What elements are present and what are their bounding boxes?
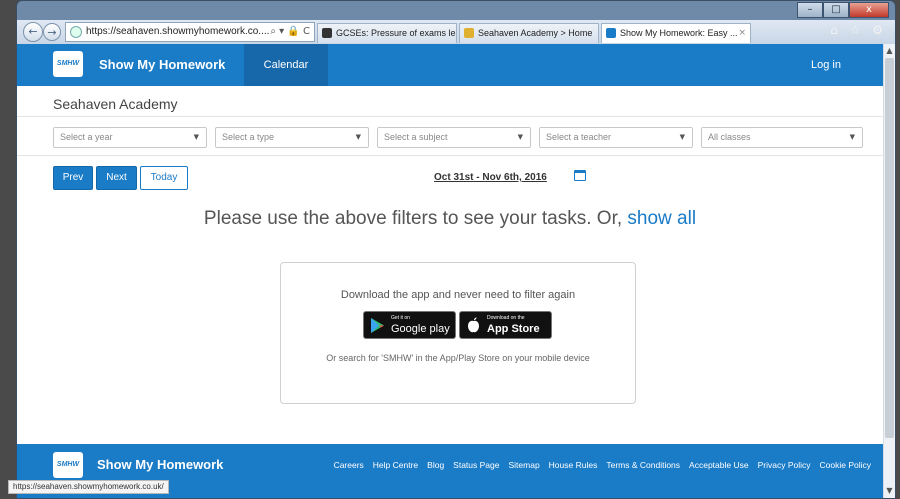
next-button[interactable]: Next (96, 166, 137, 190)
address-tools[interactable]: ⌕ ▾ 🔒 C (270, 23, 310, 41)
footer-link-help[interactable]: Help Centre (373, 460, 418, 470)
nav-calendar[interactable]: Calendar (244, 44, 328, 86)
footer-link-cookie[interactable]: Cookie Policy (820, 460, 872, 470)
app-download-box: Download the app and never need to filte… (280, 262, 636, 404)
prev-button[interactable]: Prev (53, 166, 93, 190)
times-icon (322, 28, 332, 38)
scroll-up-icon[interactable]: ▲ (884, 46, 895, 58)
calendar-icon[interactable] (574, 170, 586, 181)
app-store-button[interactable]: Download on the App Store (459, 311, 552, 339)
teacher-select[interactable]: Select a teacher ▼ (539, 127, 693, 148)
chevron-down-icon: ▼ (849, 133, 855, 141)
forward-button[interactable]: → (43, 23, 61, 41)
google-play-label: Google play (391, 323, 450, 335)
chevron-down-icon: ▼ (193, 133, 199, 141)
show-all-link[interactable]: show all (627, 208, 696, 229)
status-bar-url: https://seahaven.showmyhomework.co.uk/ (8, 480, 169, 494)
year-select[interactable]: Select a year ▼ (53, 127, 207, 148)
footer-link-sitemap[interactable]: Sitemap (508, 460, 539, 470)
today-button[interactable]: Today (140, 166, 188, 190)
app-store-label: App Store (487, 323, 540, 335)
site-icon (70, 26, 82, 38)
tab-gcses[interactable]: GCSEs: Pressure of exams leave... (317, 23, 457, 43)
app-search-note: Or search for 'SMHW' in the App/Play Sto… (326, 353, 590, 363)
brand-name[interactable]: Show My Homework (99, 44, 225, 86)
smhw-logo[interactable]: SMHW (53, 51, 83, 77)
year-select-label: Select a year (60, 132, 113, 142)
tab-label: Show My Homework: Easy ... (620, 28, 738, 38)
browser-tool-icons[interactable]: ⌂ ☆ ⚙ (830, 23, 887, 37)
apple-icon (468, 317, 479, 333)
footer-logo[interactable]: SMHW (53, 452, 83, 478)
scroll-thumb[interactable] (885, 58, 894, 438)
vertical-scrollbar[interactable]: ▲ ▼ (883, 44, 895, 498)
class-select-label: All classes (708, 132, 751, 142)
chevron-down-icon: ▼ (355, 133, 361, 141)
site-header: SMHW Show My Homework Calendar Log in (17, 44, 883, 86)
login-link[interactable]: Log in (811, 44, 841, 86)
footer-link-status[interactable]: Status Page (453, 460, 499, 470)
window-controls: – □ x (797, 2, 889, 18)
tab-smhw[interactable]: Show My Homework: Easy ... × (601, 23, 751, 43)
footer-link-blog[interactable]: Blog (427, 460, 444, 470)
chevron-down-icon: ▼ (517, 133, 523, 141)
school-icon (464, 28, 474, 38)
footer-link-house-rules[interactable]: House Rules (549, 460, 598, 470)
back-button[interactable]: ← (23, 22, 43, 42)
footer-link-careers[interactable]: Careers (334, 460, 364, 470)
date-range[interactable]: Oct 31st - Nov 6th, 2016 (434, 172, 547, 183)
google-play-button[interactable]: Get it on Google play (363, 311, 456, 339)
app-store-small: Download on the (487, 315, 525, 321)
browser-window: – □ x ← → https://seahaven.showmyhomewor… (16, 0, 896, 499)
school-name: Seahaven Academy (53, 96, 178, 112)
footer-brand[interactable]: Show My Homework (97, 457, 223, 472)
footer-link-acceptable-use[interactable]: Acceptable Use (689, 460, 749, 470)
minimize-button[interactable]: – (797, 2, 823, 18)
subject-select[interactable]: Select a subject ▼ (377, 127, 531, 148)
teacher-select-label: Select a teacher (546, 132, 612, 142)
tab-label: Seahaven Academy > Home (478, 28, 593, 38)
maximize-button[interactable]: □ (823, 2, 849, 18)
app-box-title: Download the app and never need to filte… (340, 289, 576, 301)
google-play-icon (371, 318, 384, 333)
browser-toolbar: ← → https://seahaven.showmyhomework.co..… (17, 20, 895, 44)
class-select[interactable]: All classes ▼ (701, 127, 863, 148)
smhw-icon (606, 28, 616, 38)
footer-link-privacy[interactable]: Privacy Policy (758, 460, 811, 470)
footer-link-terms[interactable]: Terms & Conditions (606, 460, 680, 470)
type-select-label: Select a type (222, 132, 275, 142)
filter-row: Select a year ▼ Select a type ▼ Select a… (17, 116, 883, 156)
footer-links: Careers Help Centre Blog Status Page Sit… (334, 460, 871, 470)
tab-seahaven[interactable]: Seahaven Academy > Home (459, 23, 599, 43)
close-tab-icon[interactable]: × (738, 24, 746, 42)
address-url: https://seahaven.showmyhomework.co.... (86, 26, 270, 37)
close-window-button[interactable]: x (849, 2, 889, 18)
page-viewport: SMHW Show My Homework Calendar Log in Se… (17, 44, 883, 498)
chevron-down-icon: ▼ (679, 133, 685, 141)
filter-prompt: Please use the above filters to see your… (17, 208, 883, 230)
address-bar[interactable]: https://seahaven.showmyhomework.co.... ⌕… (65, 22, 315, 42)
google-play-small: Get it on (391, 315, 410, 321)
subject-select-label: Select a subject (384, 132, 448, 142)
scroll-down-icon[interactable]: ▼ (884, 486, 895, 498)
prompt-text: Please use the above filters to see your… (203, 208, 628, 229)
type-select[interactable]: Select a type ▼ (215, 127, 369, 148)
tab-label: GCSEs: Pressure of exams leave... (336, 28, 456, 38)
